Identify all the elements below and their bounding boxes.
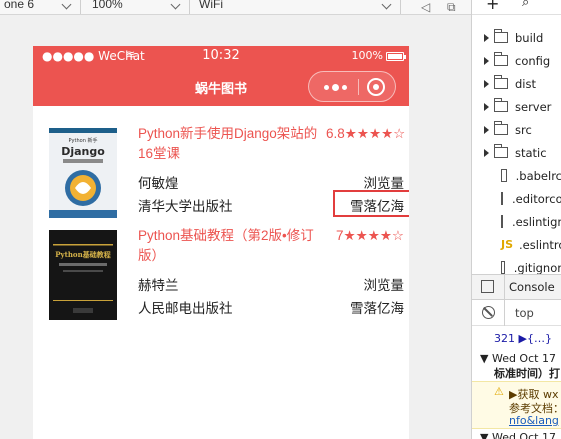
mini-program-capsule	[308, 71, 396, 102]
chevron-down-icon[interactable]	[61, 0, 72, 10]
book-publisher: 人民邮电出版社	[138, 301, 233, 316]
sound-icon[interactable]: ◁	[421, 0, 430, 14]
tree-item-label: .editorco	[512, 191, 561, 206]
svg-text:Python 新手: Python 新手	[69, 137, 98, 144]
file-icon	[501, 192, 503, 205]
tree-item-label: src	[515, 122, 532, 137]
devtools-header: + ⌕	[472, 0, 561, 15]
warning-doc-link[interactable]: nfo&lang	[509, 414, 561, 427]
console-warning-row: ⚠ ▶获取 wx 参考文档： nfo&lang	[472, 381, 561, 429]
battery-percent: 100%	[351, 49, 383, 62]
tree-item-dist[interactable]: dist	[472, 72, 561, 95]
tree-item-server[interactable]: server	[472, 95, 561, 118]
book-title[interactable]: Python基础教程（第2版•修订版）	[138, 226, 326, 266]
warning-icon: ⚠	[494, 385, 504, 398]
svg-text:Django: Django	[61, 145, 105, 158]
book-rating: 6.8★★★★☆	[326, 126, 406, 141]
zoom-select[interactable]: 100%	[92, 0, 123, 13]
folder-icon	[494, 144, 508, 158]
network-select[interactable]: WiFi	[199, 0, 223, 13]
file-icon	[501, 261, 505, 274]
console-log-line[interactable]: 321 ▶{…}	[494, 332, 561, 345]
phone-screen: ●●●●● WeChat ≋ 10:32 100% 蜗牛图书 Python 新手	[33, 46, 409, 439]
tree-item-babelrc[interactable]: .babelrc	[472, 164, 561, 187]
inspect-element-icon[interactable]	[481, 280, 494, 293]
book-publisher: 清华大学出版社	[138, 199, 233, 214]
chevron-down-icon[interactable]	[381, 0, 392, 10]
tree-item-label: .eslintign	[512, 214, 561, 229]
tree-item-eslintrc[interactable]: JS .eslintrc	[472, 233, 561, 256]
devtools-panel: + ⌕ build config dist server src static …	[471, 0, 561, 439]
more-menu-button[interactable]	[318, 79, 352, 95]
book-title[interactable]: Python新手使用Django架站的16堂课	[138, 124, 326, 164]
simulator-stage: ●●●●● WeChat ≋ 10:32 100% 蜗牛图书 Python 新手	[0, 16, 471, 439]
book-uploader: 雪落亿海	[350, 301, 404, 316]
book-views: 浏览量	[363, 176, 405, 191]
new-window-icon[interactable]: ⧉	[447, 0, 456, 15]
chevron-down-icon[interactable]	[170, 0, 181, 10]
tree-item-label: .gitignor	[513, 260, 561, 275]
network-select-value: WiFi	[199, 0, 223, 11]
toolbar-divider	[80, 0, 81, 14]
toolbar-divider	[400, 0, 401, 14]
tree-item-label: server	[515, 99, 552, 114]
book-rating: 7★★★★☆	[336, 228, 405, 243]
capsule-divider	[358, 79, 359, 95]
tree-item-eslintignore[interactable]: .eslintign	[472, 210, 561, 233]
folder-icon	[494, 29, 508, 43]
book-author: 赫特兰	[138, 278, 179, 293]
expand-arrow-icon[interactable]	[484, 79, 489, 88]
device-select[interactable]: one 6	[4, 0, 34, 13]
tree-item-static[interactable]: static	[472, 141, 561, 164]
expand-arrow-icon[interactable]	[484, 102, 489, 111]
expand-arrow-icon[interactable]	[484, 125, 489, 134]
tree-item-label: build	[515, 30, 544, 45]
console-log-date[interactable]: ▼ Wed Oct 17	[480, 431, 561, 439]
book-views: 浏览量	[363, 278, 405, 293]
console-tab-bar: Console	[472, 274, 561, 301]
file-icon	[501, 215, 503, 228]
book-list-item[interactable]: Python 新手 Django Python新手使用Django架站的16堂课…	[33, 124, 409, 232]
book-cover-django: Python 新手 Django	[49, 128, 117, 218]
simulator-toolbar: one 6 100% WiFi ◁ ⧉	[0, 0, 471, 15]
expand-arrow-icon[interactable]	[484, 148, 489, 157]
book-cover-python: Python基础教程	[49, 230, 117, 320]
context-select[interactable]: top	[515, 306, 534, 320]
zoom-select-value: 100%	[92, 0, 123, 11]
folder-icon	[494, 52, 508, 66]
tree-item-label: .babelrc	[515, 168, 561, 183]
expand-arrow-icon[interactable]	[484, 56, 489, 65]
console-log-text: 标准时间）打	[494, 367, 560, 380]
close-program-button[interactable]	[367, 78, 385, 96]
svg-text:Python基础教程: Python基础教程	[55, 250, 110, 259]
highlight-box	[333, 190, 409, 217]
book-author: 何敏煌	[138, 176, 179, 191]
tree-item-label: .eslintrc	[519, 237, 561, 252]
book-list-item[interactable]: Python基础教程 Python基础教程（第2版•修订版） 7★★★★☆ 赫特…	[33, 226, 409, 334]
folder-icon	[494, 98, 508, 112]
console-log-date[interactable]: ▼ Wed Oct 17	[480, 352, 561, 365]
tree-item-src[interactable]: src	[472, 118, 561, 141]
search-icon[interactable]: ⌕	[522, 0, 529, 10]
file-icon	[501, 169, 507, 182]
tree-item-label: dist	[515, 76, 536, 91]
tree-item-build[interactable]: build	[472, 26, 561, 49]
tree-item-label: config	[515, 53, 551, 68]
add-icon[interactable]: +	[486, 0, 499, 13]
folder-icon	[494, 75, 508, 89]
console-filter-bar: top	[472, 300, 561, 326]
folder-icon	[494, 121, 508, 135]
tree-item-label: static	[515, 145, 547, 160]
navigation-bar: 蜗牛图书	[33, 68, 409, 106]
clear-console-icon[interactable]	[482, 306, 495, 319]
toolbar-divider	[189, 0, 190, 14]
tree-item-editorconfig[interactable]: .editorco	[472, 187, 561, 210]
status-bar: ●●●●● WeChat ≋ 10:32 100%	[33, 46, 409, 68]
expand-arrow-icon[interactable]	[484, 33, 489, 42]
device-select-value: one 6	[4, 0, 35, 11]
battery-icon	[386, 52, 406, 61]
js-file-icon: JS	[501, 238, 514, 251]
tab-console[interactable]: Console	[509, 280, 555, 294]
tree-item-config[interactable]: config	[472, 49, 561, 72]
